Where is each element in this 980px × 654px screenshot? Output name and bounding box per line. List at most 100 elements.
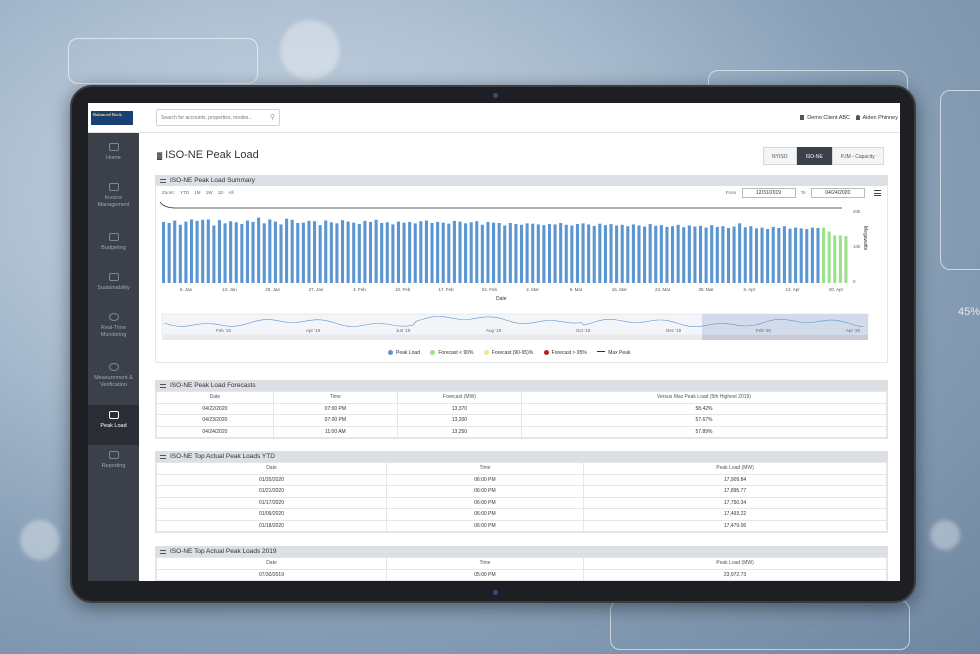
peak-load-bar[interactable] <box>497 223 501 283</box>
legend-max-peak[interactable]: Max Peak <box>597 350 630 356</box>
peak-load-bar[interactable] <box>335 223 339 283</box>
peak-load-bar[interactable] <box>206 219 210 283</box>
peak-load-bar[interactable] <box>738 223 742 283</box>
legend-peak-load[interactable]: Peak Load <box>388 350 420 356</box>
client-selector[interactable]: Demo Client ABC <box>800 115 850 121</box>
peak-load-bar[interactable] <box>408 221 412 283</box>
forecast-bar[interactable] <box>838 235 842 283</box>
peak-load-bar[interactable] <box>743 227 747 283</box>
peak-load-bar[interactable] <box>290 219 294 283</box>
peak-load-bar[interactable] <box>732 226 736 283</box>
peak-load-bar[interactable] <box>340 220 345 283</box>
peak-load-bar[interactable] <box>547 224 552 283</box>
peak-load-bar[interactable] <box>486 221 490 283</box>
peak-load-bar[interactable] <box>766 229 770 283</box>
zoom-1m-button[interactable]: 1M <box>194 190 200 195</box>
sidebar-item-home[interactable]: Home <box>88 143 139 183</box>
peak-load-bar[interactable] <box>279 224 283 283</box>
peak-load-bar[interactable] <box>676 224 680 283</box>
peak-load-bar[interactable] <box>436 221 440 283</box>
peak-load-bar[interactable] <box>805 229 809 283</box>
search-input[interactable]: Search for accounts, properties, modes..… <box>156 109 280 126</box>
navigator-scroll-thumb[interactable] <box>702 335 868 340</box>
peak-load-bar[interactable] <box>352 222 356 283</box>
forecast-bar[interactable] <box>827 231 831 283</box>
peak-load-bar[interactable] <box>452 220 456 283</box>
peak-load-bar[interactable] <box>643 226 647 283</box>
sidebar-item-sustainability[interactable]: Sustainability <box>88 273 139 313</box>
peak-load-bar[interactable] <box>273 221 277 283</box>
peak-load-bar[interactable] <box>268 219 272 283</box>
peak-load-bar[interactable] <box>519 224 524 283</box>
peak-load-bar[interactable] <box>368 221 373 283</box>
legend-forecast-gt-95[interactable]: Forecast > 95% <box>543 350 587 356</box>
peak-load-bar[interactable] <box>201 219 205 283</box>
peak-load-bar[interactable] <box>245 220 249 283</box>
tab-iso-ne[interactable]: ISO-NE <box>796 147 832 165</box>
peak-load-bar[interactable] <box>575 224 579 283</box>
peak-load-bar[interactable] <box>240 224 244 283</box>
peak-load-bar[interactable] <box>771 226 775 283</box>
peak-load-bar[interactable] <box>626 226 630 283</box>
peak-load-bar[interactable] <box>492 222 496 283</box>
peak-load-bar[interactable] <box>184 221 188 283</box>
peak-load-bar[interactable] <box>754 228 758 283</box>
peak-load-bar[interactable] <box>262 223 266 283</box>
peak-load-bar[interactable] <box>464 223 468 283</box>
peak-load-bar[interactable] <box>559 223 563 283</box>
peak-load-bar[interactable] <box>782 226 786 283</box>
peak-load-bar[interactable] <box>553 224 557 283</box>
peak-load-bar[interactable] <box>195 220 199 283</box>
peak-load-bar[interactable] <box>301 222 305 283</box>
peak-load-bar[interactable] <box>480 224 484 283</box>
peak-load-bar[interactable] <box>324 220 328 283</box>
to-date-input[interactable]: 04/24/2020 <box>810 188 865 198</box>
peak-load-bar[interactable] <box>760 227 764 283</box>
forecast-bar[interactable] <box>844 236 848 283</box>
peak-load-bar[interactable] <box>441 222 445 283</box>
peak-load-bar[interactable] <box>698 225 703 283</box>
peak-load-bar[interactable] <box>659 225 663 283</box>
from-date-input[interactable]: 12/31/2019 <box>741 188 796 198</box>
tab-nyiso[interactable]: NYISO <box>763 147 797 165</box>
peak-load-bar[interactable] <box>162 221 166 283</box>
peak-load-bar[interactable] <box>223 223 227 283</box>
peak-load-bar[interactable] <box>704 227 708 283</box>
peak-load-bar[interactable] <box>313 221 317 283</box>
peak-load-bar[interactable] <box>430 223 434 283</box>
peak-load-bar[interactable] <box>212 225 216 283</box>
peak-load-bar[interactable] <box>788 228 792 283</box>
peak-load-bar[interactable] <box>587 224 591 283</box>
peak-load-bar[interactable] <box>564 224 568 283</box>
zoom-all-button[interactable]: All <box>229 190 234 195</box>
peak-load-bar[interactable] <box>296 223 300 283</box>
zoom-1d-button[interactable]: 1D <box>218 190 224 195</box>
forecast-bar[interactable] <box>822 227 826 283</box>
peak-load-bar[interactable] <box>609 224 613 283</box>
peak-load-bar[interactable] <box>173 220 177 283</box>
peak-load-bar[interactable] <box>447 223 451 283</box>
peak-load-bar[interactable] <box>715 226 719 283</box>
peak-load-bar[interactable] <box>536 224 540 283</box>
sidebar-item-peak-load[interactable]: Peak Load <box>88 405 139 445</box>
peak-load-bar[interactable] <box>251 221 255 283</box>
peak-load-bar[interactable] <box>721 226 725 283</box>
peak-load-bar[interactable] <box>570 225 574 283</box>
sidebar-item-real-time-monitoring[interactable]: Real-Time Monitoring <box>88 313 139 353</box>
peak-load-bar[interactable] <box>514 224 518 283</box>
sidebar-item-invoice-management[interactable]: Invoice Management <box>88 183 139 223</box>
peak-load-bar[interactable] <box>234 222 238 283</box>
peak-load-bar[interactable] <box>307 220 311 283</box>
peak-load-bar[interactable] <box>525 223 529 283</box>
peak-load-bar[interactable] <box>726 227 731 283</box>
zoom-ytd-button[interactable]: YTD <box>180 190 189 195</box>
peak-load-bar[interactable] <box>615 225 619 283</box>
peak-load-bar[interactable] <box>346 221 350 283</box>
sidebar-item-budgeting[interactable]: Budgeting <box>88 233 139 273</box>
forecast-bar[interactable] <box>833 235 837 283</box>
peak-load-bar[interactable] <box>329 222 333 283</box>
peak-load-bar[interactable] <box>229 221 233 283</box>
peak-load-bar[interactable] <box>603 225 607 283</box>
peak-load-bar[interactable] <box>693 226 697 283</box>
peak-load-bar[interactable] <box>475 221 479 283</box>
